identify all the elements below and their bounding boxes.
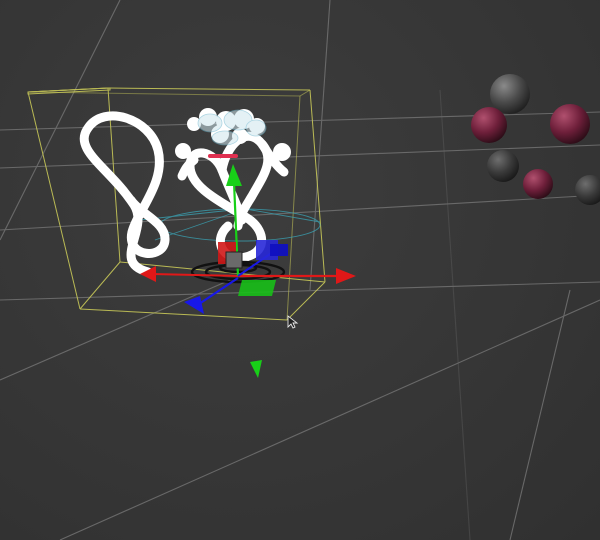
arrow-pointer-icon: [287, 315, 299, 329]
gizmo-center-move-handle[interactable]: [225, 251, 243, 269]
viewport-canvas[interactable]: [0, 0, 600, 540]
sphere-maroon-bottom[interactable]: [523, 169, 553, 199]
knot-curve-object[interactable]: [79, 111, 289, 277]
selection-bounding-box: [27, 87, 326, 321]
gizmo-y-negative-handle[interactable]: [250, 360, 262, 378]
sphere-grey-top[interactable]: [490, 74, 530, 114]
sphere-cluster[interactable]: [471, 74, 600, 205]
sphere-grey-mid[interactable]: [487, 150, 519, 182]
sphere-maroon-left[interactable]: [471, 107, 507, 143]
3d-viewport[interactable]: [0, 0, 600, 540]
gizmo-xz-plane-handle[interactable]: [238, 280, 276, 296]
gizmo-x-arrow[interactable]: [336, 268, 356, 284]
sphere-maroon-right[interactable]: [550, 104, 590, 144]
sphere-grey-edge[interactable]: [575, 175, 600, 205]
